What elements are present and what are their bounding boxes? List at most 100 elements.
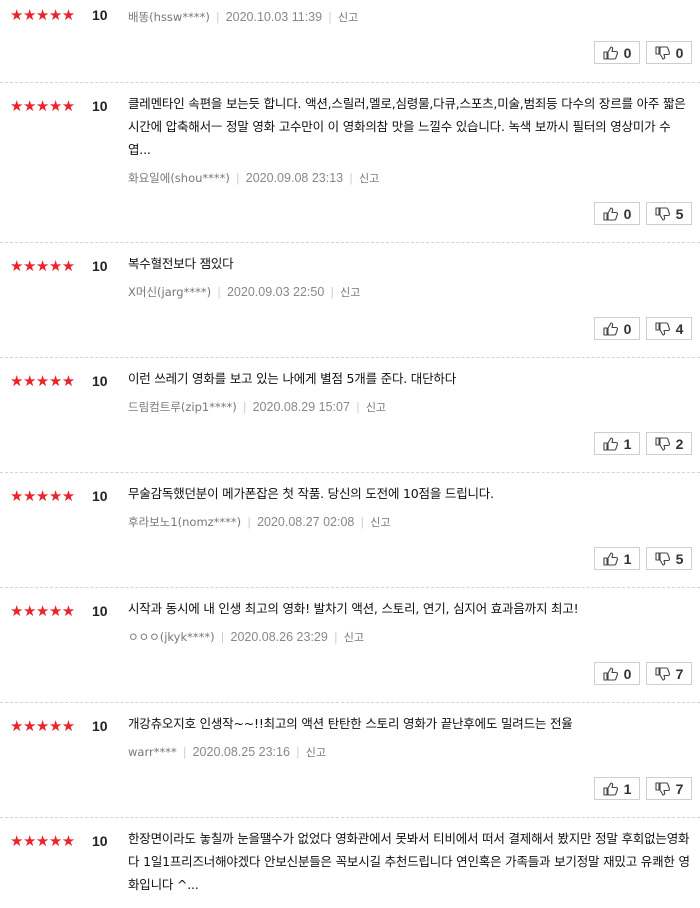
divider: |: [215, 10, 220, 24]
like-count: 0: [623, 320, 632, 337]
thumb-up-icon: [603, 436, 618, 451]
dislike-button[interactable]: 7: [646, 777, 692, 800]
dislike-count: 7: [675, 665, 684, 682]
like-button[interactable]: 0: [594, 41, 640, 64]
review-item: ★★★★★ 10 복수혈전보다 잼있다 X머신(jarg****) | 2020.0…: [0, 243, 700, 358]
review-date: 2020.08.25 23:16: [192, 745, 290, 759]
dislike-button[interactable]: 4: [646, 317, 692, 340]
review-score: 10: [92, 488, 108, 504]
divider: |: [295, 745, 300, 759]
divider: |: [235, 171, 240, 185]
star-rating: ★★★★★: [10, 6, 75, 24]
dislike-count: 7: [675, 780, 684, 797]
star-rating: ★★★★★: [10, 487, 75, 505]
vote-buttons: 1 7: [594, 777, 692, 800]
review-score: 10: [92, 7, 108, 23]
review-item: ★★★★★ 10 이런 쓰레기 영화를 보고 있는 나에게 별점 5개를 준다.…: [0, 358, 700, 473]
review-item: ★★★★★ 10 배똥(hssw****) | 2020.10.03 11:39 | 신…: [0, 0, 700, 83]
review-comment: 클레멘타인 속편을 보는듯 합니다. 액션,스릴러,멜로,심령물,다큐,스포츠,…: [128, 96, 686, 157]
like-count: 0: [623, 44, 632, 61]
review-item: ★★★★★ 10 개강츄오지호 인생작~~!!최고의 액션 탄탄한 스토리 영화…: [0, 703, 700, 818]
review-author[interactable]: X머신(jarg****): [128, 285, 211, 299]
review-date: 2020.08.27 02:08: [257, 515, 355, 529]
dislike-count: 4: [675, 320, 684, 337]
review-date: 2020.10.03 11:39: [225, 10, 323, 24]
vote-buttons: 1 2: [594, 432, 692, 455]
dislike-count: 0: [675, 44, 684, 61]
vote-buttons: 0 5: [594, 202, 692, 225]
review-score: 10: [92, 373, 108, 389]
divider: |: [349, 171, 353, 185]
dislike-button[interactable]: 5: [646, 547, 692, 570]
like-button[interactable]: 1: [594, 547, 640, 570]
review-meta: warr**** | 2020.08.25 23:16 | 신고: [128, 735, 692, 761]
review-comment: 무술감독했던분이 메가폰잡은 첫 작품. 당신의 도전에 10점을 드립니다.: [128, 486, 494, 501]
review-item: ★★★★★ 10 시작과 동시에 내 인생 최고의 영화! 발차기 액션, 스토…: [0, 588, 700, 703]
report-link[interactable]: 신고: [340, 286, 360, 299]
vote-buttons: 0 4: [594, 317, 692, 340]
like-button[interactable]: 0: [594, 662, 640, 685]
thumb-down-icon: [655, 206, 670, 221]
dislike-button[interactable]: 5: [646, 202, 692, 225]
review-meta: 화요일에(shou****) | 2020.09.08 23:13 | 신고: [128, 161, 692, 187]
dislike-button[interactable]: 2: [646, 432, 692, 455]
thumb-up-icon: [603, 666, 618, 681]
divider: |: [182, 745, 187, 759]
thumb-up-icon: [603, 206, 618, 221]
like-count: 0: [623, 665, 632, 682]
review-item: ★★★★★ 10 클레멘타인 속편을 보는듯 합니다. 액션,스릴러,멜로,심령…: [0, 83, 700, 243]
dislike-button[interactable]: 0: [646, 41, 692, 64]
thumb-up-icon: [603, 781, 618, 796]
star-rating: ★★★★★: [10, 372, 75, 390]
review-score: 10: [92, 98, 108, 114]
review-item: ★★★★★ 10 한장면이라도 놓칠까 눈을땔수가 없었다 영화관에서 못봐서 …: [0, 818, 700, 908]
review-score: 10: [92, 603, 108, 619]
like-count: 1: [623, 780, 632, 797]
divider: |: [242, 400, 247, 414]
thumb-down-icon: [655, 436, 670, 451]
divider: |: [355, 400, 360, 414]
review-author[interactable]: ㅇㅇㅇ(jkyk****): [128, 630, 215, 644]
dislike-count: 5: [675, 550, 684, 567]
review-comment: 시작과 동시에 내 인생 최고의 영화! 발차기 액션, 스토리, 연기, 심지…: [128, 601, 579, 616]
report-link[interactable]: 신고: [366, 401, 386, 414]
like-button[interactable]: 0: [594, 317, 640, 340]
review-meta: 드림컴트루(zip1****) | 2020.08.29 15:07 | 신고: [128, 390, 692, 416]
review-author[interactable]: 배똥(hssw****): [128, 10, 210, 24]
vote-buttons: 1 5: [594, 547, 692, 570]
review-score: 10: [92, 718, 108, 734]
vote-buttons: 0 7: [594, 662, 692, 685]
review-date: 2020.09.03 22:50: [226, 285, 325, 299]
report-link[interactable]: 신고: [359, 172, 379, 185]
review-score: 10: [92, 258, 108, 274]
report-link[interactable]: 신고: [344, 631, 364, 644]
like-button[interactable]: 1: [594, 777, 640, 800]
review-comment: 개강츄오지호 인생작~~!!최고의 액션 탄탄한 스토리 영화가 끝난후에도 밀…: [128, 716, 573, 731]
review-date: 2020.09.08 23:13: [245, 171, 344, 185]
report-link[interactable]: 신고: [306, 746, 326, 759]
thumb-down-icon: [655, 321, 670, 336]
review-item: ★★★★★ 10 무술감독했던분이 메가폰잡은 첫 작품. 당신의 도전에 10…: [0, 473, 700, 588]
report-link[interactable]: 신고: [338, 11, 358, 24]
dislike-button[interactable]: 7: [646, 662, 692, 685]
review-author[interactable]: warr****: [128, 745, 177, 759]
review-author[interactable]: 후라보노1(nomz****): [128, 515, 241, 529]
star-rating: ★★★★★: [10, 832, 75, 850]
dislike-count: 5: [675, 205, 684, 222]
review-comment: 이런 쓰레기 영화를 보고 있는 나에게 별점 5개를 준다. 대단하다: [128, 371, 456, 386]
like-count: 1: [623, 435, 632, 452]
thumb-down-icon: [655, 45, 670, 60]
thumb-down-icon: [655, 666, 670, 681]
report-link[interactable]: 신고: [370, 516, 390, 529]
like-count: 0: [623, 205, 632, 222]
like-button[interactable]: 1: [594, 432, 640, 455]
star-rating: ★★★★★: [10, 717, 75, 735]
review-author[interactable]: 화요일에(shou****): [128, 171, 230, 185]
review-meta: X머신(jarg****) | 2020.09.03 22:50 | 신고: [128, 275, 692, 301]
thumb-down-icon: [655, 551, 670, 566]
thumb-up-icon: [603, 551, 618, 566]
star-rating: ★★★★★: [10, 257, 75, 275]
review-author[interactable]: 드림컴트루(zip1****): [128, 400, 237, 414]
vote-buttons: 0 0: [594, 41, 692, 64]
like-button[interactable]: 0: [594, 202, 640, 225]
